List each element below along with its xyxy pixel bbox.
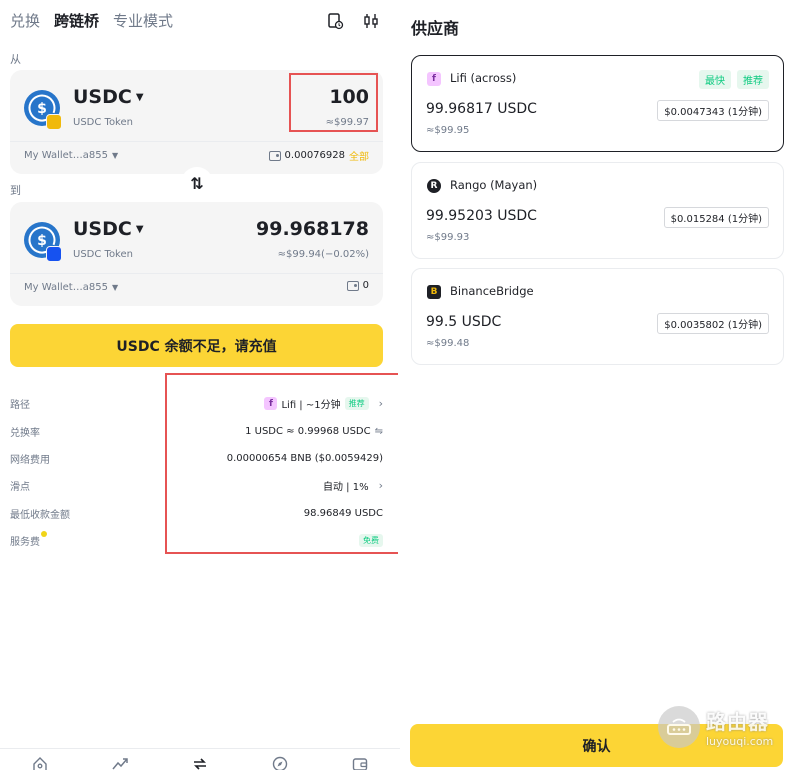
to-amount: 99.968178 (256, 218, 369, 240)
to-wallet-selector[interactable]: My Wallet…a855 ▼ (24, 282, 118, 293)
service-fee-label-text: 服务费 (10, 537, 40, 549)
caret-down-icon: ▼ (111, 283, 119, 292)
deposit-cta-button[interactable]: USDC 余额不足，请充值 (10, 324, 383, 367)
divider (10, 273, 383, 274)
from-wallet-selector[interactable]: My Wallet…a855 ▼ (24, 150, 118, 161)
discover-icon[interactable] (271, 755, 289, 770)
to-token-symbol: USDC (73, 218, 132, 240)
from-token-symbol: USDC (73, 86, 132, 108)
provider-amount: 99.95203 USDC (426, 208, 537, 224)
rango-logo-icon: R (427, 179, 441, 193)
providers-title: 供应商 (411, 19, 460, 38)
binance-logo-icon: B (427, 285, 441, 299)
bottom-nav (0, 748, 400, 770)
route-label: 路径 (10, 400, 30, 412)
to-amount-usd: ≈$99.94(−0.02%) (277, 249, 369, 260)
assets-icon[interactable] (351, 755, 369, 770)
swap-arrows-icon: ⇅ (190, 173, 204, 193)
bnb-chain-badge-icon (46, 114, 62, 130)
min-received-label: 最低收款金额 (10, 509, 70, 521)
amount-highlight-box (289, 73, 378, 132)
service-fee-label: 服务费 (10, 531, 47, 549)
provider-panel: 供应商 f Lifi (across) 最快 推荐 99.96817 USDC … (400, 0, 800, 770)
router-logo-icon (658, 706, 700, 748)
to-wallet-name: My Wallet…a855 (24, 282, 108, 293)
caret-down-icon: ▼ (135, 223, 144, 235)
provider-card-rango[interactable]: R Rango (Mayan) 99.95203 USDC ≈$99.93 $0… (411, 162, 784, 259)
base-chain-badge-icon (46, 246, 62, 262)
tab-pro-mode[interactable]: 专业模式 (113, 10, 173, 31)
from-label: 从 (10, 53, 21, 66)
provider-amount: 99.96817 USDC (426, 101, 537, 117)
recommended-tag: 推荐 (737, 70, 769, 89)
provider-name: Lifi (across) (450, 71, 517, 85)
provider-usd: ≈$99.93 (426, 232, 470, 243)
slippage-label: 滑点 (10, 482, 30, 494)
from-balance: 0.00076928 全部 (268, 148, 369, 163)
from-token-selector[interactable]: USDC ▼ (73, 86, 144, 108)
info-dot-icon (41, 531, 47, 538)
watermark-en: luyouqi.com (706, 735, 774, 748)
network-fee-label: 网络费用 (10, 454, 50, 466)
caret-down-icon: ▼ (111, 151, 119, 160)
from-wallet-name: My Wallet…a855 (24, 150, 108, 161)
provider-card-binancebridge[interactable]: B BinanceBridge 99.5 USDC ≈$99.48 $0.003… (411, 268, 784, 365)
provider-amount: 99.5 USDC (426, 314, 502, 330)
from-token-name: USDC Token (73, 117, 133, 128)
to-label: 到 (10, 184, 21, 197)
svg-text:$: $ (37, 233, 47, 249)
from-balance-value: 0.00076928 (284, 150, 345, 161)
mode-tabs: 兑换 跨链桥 专业模式 (10, 10, 173, 31)
tab-swap[interactable]: 兑换 (10, 10, 40, 31)
tab-bridge[interactable]: 跨链桥 (54, 10, 99, 31)
history-icon[interactable] (326, 12, 344, 34)
to-token-selector[interactable]: USDC ▼ (73, 218, 144, 240)
lifi-logo-icon: f (427, 72, 441, 86)
bridge-panel: 兑换 跨链桥 专业模式 从 $ USDC ▼ USDC Token 100 ≈$… (0, 0, 400, 770)
to-token-name: USDC Token (73, 249, 133, 260)
provider-fee: $0.015284 (1分钟) (663, 207, 769, 228)
caret-down-icon: ▼ (135, 91, 144, 103)
provider-fee: $0.0035802 (1分钟) (657, 313, 769, 334)
markets-icon[interactable] (111, 755, 129, 770)
site-watermark: 路由器 luyouqi.com (658, 706, 773, 748)
swap-direction-button[interactable]: ⇅ (181, 167, 213, 199)
home-icon[interactable] (31, 755, 49, 770)
rate-label: 兑换率 (10, 427, 40, 439)
svg-text:$: $ (37, 101, 47, 117)
top-actions (326, 12, 380, 34)
to-balance-value: 0 (362, 280, 369, 291)
trade-icon[interactable] (191, 755, 209, 770)
provider-usd: ≈$99.48 (426, 338, 470, 349)
provider-usd: ≈$99.95 (426, 125, 470, 136)
to-token-card: $ USDC ▼ USDC Token 99.968178 ≈$99.94(−0… (10, 202, 383, 306)
wallet-icon (268, 150, 281, 161)
provider-name: BinanceBridge (450, 284, 534, 298)
candlestick-chart-icon[interactable] (362, 12, 380, 34)
max-all-button[interactable]: 全部 (349, 148, 369, 163)
provider-fee: $0.0047343 (1分钟) (657, 100, 769, 121)
watermark-cn: 路由器 (706, 710, 769, 734)
divider (10, 141, 383, 142)
provider-tags: 最快 推荐 (699, 70, 769, 89)
wallet-icon (346, 280, 359, 291)
provider-name: Rango (Mayan) (450, 178, 538, 192)
provider-card-lifi[interactable]: f Lifi (across) 最快 推荐 99.96817 USDC ≈$99… (411, 55, 784, 152)
to-balance: 0 (346, 280, 369, 291)
fastest-tag: 最快 (699, 70, 731, 89)
details-highlight-box (165, 373, 398, 554)
